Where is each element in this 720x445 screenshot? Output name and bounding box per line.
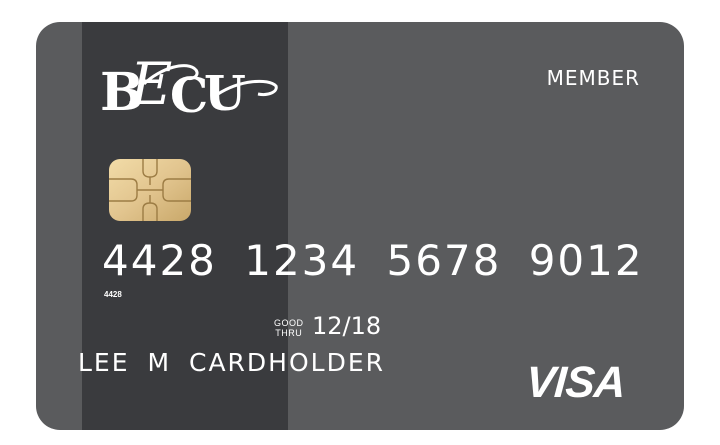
svg-text:E: E [129,50,172,118]
membership-label: MEMBER [546,66,640,90]
credit-card: B E C U MEMBER 4428 1234 5678 9012 4428 … [36,22,684,430]
cardholder-name: LEE M CARDHOLDER [78,348,385,377]
emv-chip-icon [109,159,191,221]
svg-text:C: C [170,68,206,124]
svg-text:U: U [204,66,246,122]
becu-logo: B E C U [100,50,278,124]
good-thru-bottom: THRU [275,328,303,338]
good-thru-top: GOOD [274,318,304,328]
good-thru-label: GOOD THRU [274,318,304,338]
visa-logo: VISA [524,358,627,407]
expiry-date: 12/18 [312,312,382,340]
card-number: 4428 1234 5678 9012 [102,236,644,285]
card-number-prefix: 4428 [104,290,122,299]
